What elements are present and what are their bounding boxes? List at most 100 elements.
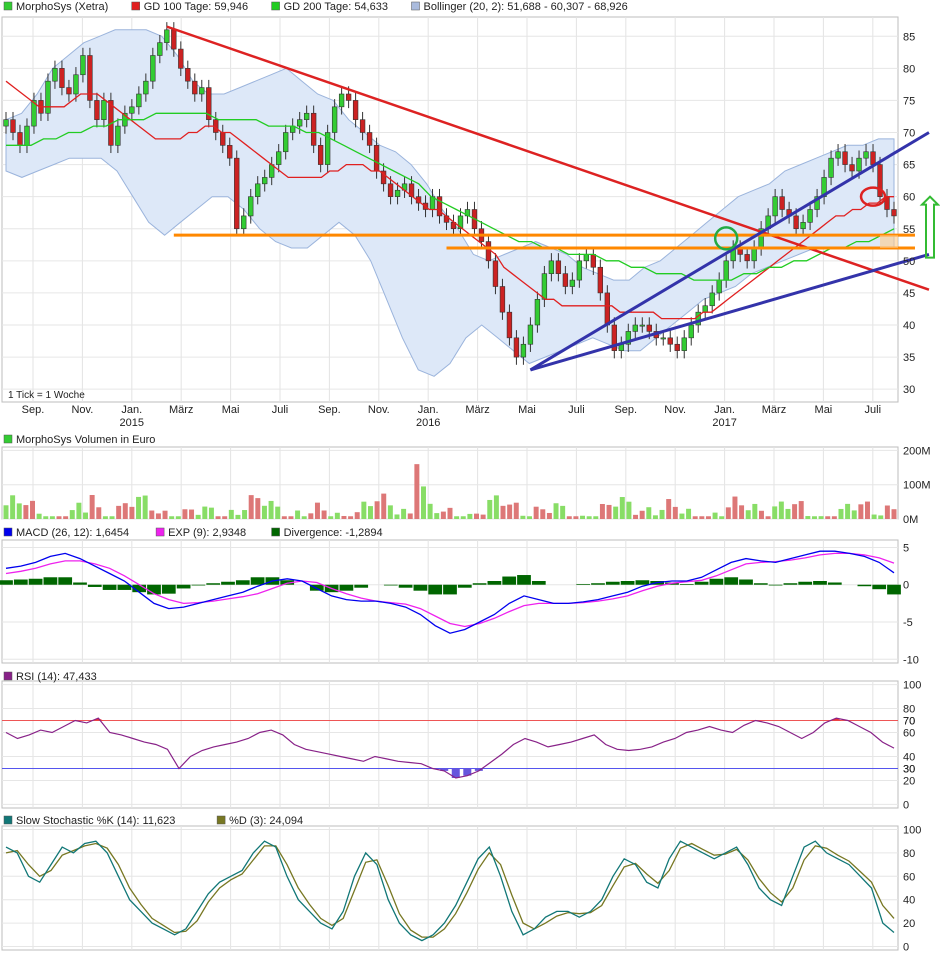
volume-bar <box>745 510 751 519</box>
price-legend-label: Bollinger (20, 2): 51,688 - 60,307 - 68,… <box>424 1 628 13</box>
volume-bar <box>367 506 373 519</box>
macd-legend-label: EXP (9): 2,9348 <box>168 527 246 539</box>
candle-body <box>45 80 51 114</box>
volume-bar <box>838 508 844 519</box>
divergence-bar <box>383 584 398 586</box>
candle-body <box>604 292 610 326</box>
price-tick-label: 80 <box>903 63 915 75</box>
price-tick-label: 70 <box>903 128 915 140</box>
candle-body <box>702 305 708 313</box>
candle-body <box>345 93 352 101</box>
divergence-bar <box>250 577 265 585</box>
candle-body <box>674 343 680 351</box>
volume-bar <box>566 516 572 519</box>
candle-body <box>639 324 645 327</box>
volume-bar <box>520 515 526 519</box>
volume-bar <box>891 509 897 519</box>
volume-bar <box>295 510 301 519</box>
candle-body <box>394 189 401 197</box>
volume-bar <box>434 513 440 519</box>
volume-bar <box>440 511 446 519</box>
candle-body <box>667 337 673 345</box>
price-tick-label: 60 <box>903 192 915 204</box>
volume-bar <box>460 516 466 519</box>
x-month-label: Juli <box>865 404 882 416</box>
volume-bar <box>586 516 592 519</box>
x-month-label: März <box>762 404 786 416</box>
candle-body <box>234 157 240 230</box>
divergence-bar <box>635 580 650 585</box>
divergence-bar <box>413 584 428 591</box>
volume-bar <box>560 505 566 519</box>
divergence-bar <box>798 581 813 585</box>
rsi-tick-label: 80 <box>903 704 915 716</box>
candle-body <box>73 74 79 95</box>
candle-body <box>660 337 666 340</box>
candle-body <box>744 254 750 262</box>
x-month-label: Sep. <box>614 404 637 416</box>
volume-bar <box>83 512 89 519</box>
macd-legend-label: Divergence: -1,2894 <box>284 527 383 539</box>
volume-bar <box>533 506 539 519</box>
volume-bar <box>772 506 778 519</box>
divergence-bar <box>768 584 783 586</box>
divergence-bar <box>753 583 768 585</box>
candle-body <box>891 209 897 217</box>
divergence-bar <box>102 584 117 590</box>
divergence-bar <box>517 575 531 585</box>
volume-bar <box>599 503 605 519</box>
volume-bar <box>23 505 29 519</box>
volume-bar <box>222 516 228 519</box>
rsi-legend-label: RSI (14): 47,433 <box>16 671 97 683</box>
stoch-legend-label: Slow Stochastic %K (14): 11,623 <box>16 815 175 827</box>
divergence-bar <box>191 584 206 586</box>
x-month-label: Jan. <box>418 404 439 416</box>
volume-legend-label: MorphoSys Volumen in Euro <box>16 434 155 446</box>
candle-body <box>807 209 813 223</box>
x-month-label: Jan. <box>714 404 735 416</box>
candle-body <box>136 93 142 108</box>
volume-bar <box>633 514 639 519</box>
candle-body <box>688 324 694 339</box>
volume-bar <box>288 516 294 519</box>
divergence-bar <box>428 584 443 595</box>
rsi-30-label: 30 <box>903 763 915 775</box>
volume-bar <box>195 514 201 519</box>
volume-bar <box>540 509 546 519</box>
candle-body <box>171 29 177 50</box>
volume-bar <box>626 501 632 519</box>
volume-bar <box>778 501 784 519</box>
divergence-bar <box>576 583 591 585</box>
tick-note: 1 Tick = 1 Woche <box>8 390 85 401</box>
stoch-legend-swatch <box>3 815 13 825</box>
candle-body <box>192 80 198 95</box>
candle-body <box>101 100 107 120</box>
divergence-bar <box>87 584 102 587</box>
volume-bar <box>672 506 678 519</box>
volume-bar <box>242 510 248 519</box>
candle-body <box>856 157 862 172</box>
divergence-bar <box>694 581 709 585</box>
divergence-bar <box>161 584 176 594</box>
candle-body <box>870 151 876 165</box>
candle-body <box>199 87 205 95</box>
x-month-label: März <box>465 404 489 416</box>
divergence-bar <box>591 583 605 585</box>
volume-bar <box>805 516 811 519</box>
volume-bar <box>129 506 135 519</box>
stoch-legend-label: %D (3): 24,094 <box>229 815 303 827</box>
divergence-bar <box>339 584 354 591</box>
volume-bar <box>474 513 479 519</box>
divergence-bar <box>235 580 250 585</box>
x-month-label: Nov. <box>664 404 686 416</box>
volume-bar <box>739 505 745 519</box>
volume-bar <box>493 495 499 519</box>
candle-body <box>150 55 156 82</box>
candle-body <box>590 254 597 268</box>
volume-bar <box>321 510 327 519</box>
volume-bar <box>122 503 128 519</box>
macd-legend-label: MACD (26, 12): 1,6454 <box>16 527 129 539</box>
divergence-bar <box>58 577 73 585</box>
candle-body <box>17 132 23 146</box>
volume-bar <box>500 505 506 519</box>
